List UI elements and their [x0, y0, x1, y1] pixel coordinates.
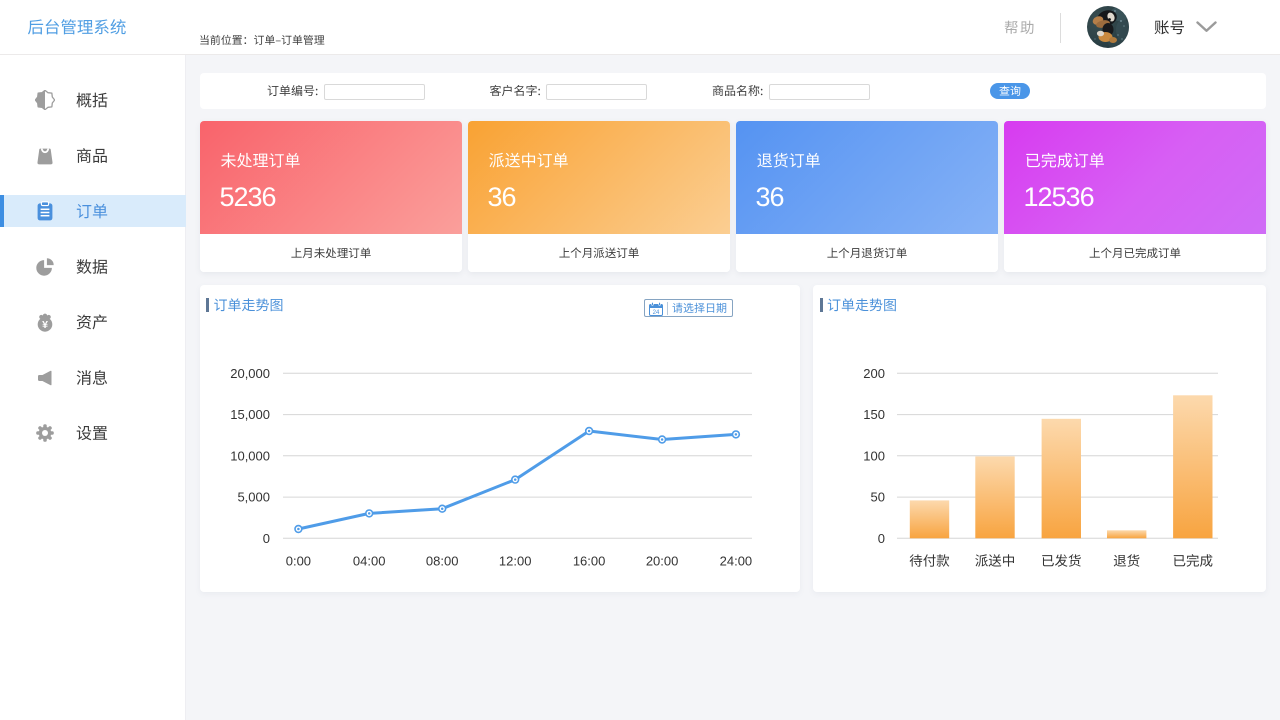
svg-text:5,000: 5,000	[237, 490, 270, 505]
svg-text:24:00: 24:00	[720, 554, 753, 569]
svg-text:¥: ¥	[42, 319, 48, 331]
svg-text:08:00: 08:00	[426, 554, 459, 569]
svg-text:15,000: 15,000	[230, 407, 270, 422]
svg-text:100: 100	[863, 448, 885, 463]
svg-text:04:00: 04:00	[353, 554, 386, 569]
svg-text:20:00: 20:00	[646, 554, 679, 569]
svg-text:50: 50	[871, 490, 885, 505]
svg-text:0: 0	[263, 531, 270, 546]
svg-text:200: 200	[863, 366, 885, 381]
svg-text:12:00: 12:00	[499, 554, 532, 569]
svg-text:24: 24	[653, 310, 660, 316]
svg-text:10,000: 10,000	[230, 448, 270, 463]
svg-text:16:00: 16:00	[573, 554, 606, 569]
svg-text:0: 0	[878, 531, 885, 546]
svg-text:0:00: 0:00	[286, 554, 311, 569]
svg-text:20,000: 20,000	[230, 366, 270, 381]
svg-text:150: 150	[863, 407, 885, 422]
